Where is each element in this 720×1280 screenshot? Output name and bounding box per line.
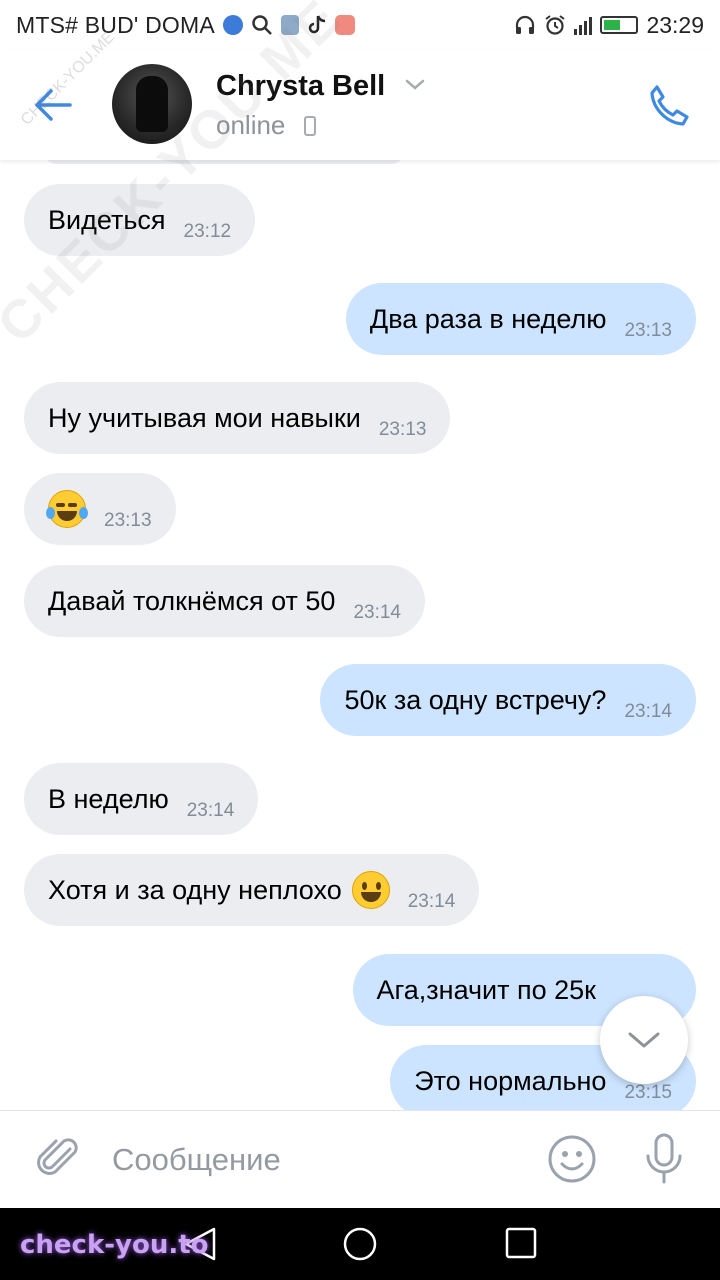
message-bubble-outgoing[interactable]: Два раза в неделю 23:13 <box>345 283 696 355</box>
contact-avatar[interactable] <box>112 64 192 144</box>
attach-button[interactable] <box>32 1133 84 1185</box>
nav-recent-apps-icon[interactable] <box>504 1226 538 1260</box>
message-input[interactable] <box>112 1137 512 1183</box>
watermark-bottom: check-you.to <box>20 1230 209 1260</box>
message-time: 23:13 <box>104 510 152 531</box>
message-bubble-incoming[interactable]: Давай толкнёмся от 50 23:14 <box>24 565 425 637</box>
message-time: 23:14 <box>353 602 401 623</box>
message-text: Два раза в неделю <box>369 303 607 334</box>
nav-home-icon[interactable] <box>342 1226 378 1262</box>
status-notification-icons <box>222 14 355 36</box>
headphones-icon <box>516 15 535 34</box>
previous-message-bubble <box>44 160 404 164</box>
voice-message-button[interactable] <box>636 1131 692 1187</box>
back-button[interactable] <box>28 80 78 130</box>
message-time: 23:12 <box>183 221 232 242</box>
status-system-icons: 23:29 <box>514 12 704 39</box>
message-text: Хотя и за одну неплохо <box>48 874 342 905</box>
message-time: 23:14 <box>186 800 235 821</box>
tiktok-icon <box>308 15 325 34</box>
message-bubble-outgoing[interactable]: 50к за одну встречу? 23:14 <box>320 664 696 736</box>
message-time: 23:13 <box>624 320 672 341</box>
chat-header: Chrysta Bell online <box>0 50 720 160</box>
smiley-emoji-icon <box>351 871 390 909</box>
clock: 23:29 <box>646 11 704 38</box>
call-button[interactable] <box>640 78 696 134</box>
message-time: 23:15 <box>624 1082 672 1103</box>
paperclip-icon <box>37 1138 78 1175</box>
message-composer <box>0 1110 720 1208</box>
message-bubble-incoming[interactable]: 23:13 <box>24 473 176 545</box>
status-bar: MTS# BUD' DOMA 23:29 <box>0 0 720 50</box>
emoji-button[interactable] <box>546 1133 598 1185</box>
phone-icon <box>650 85 689 126</box>
smile-icon <box>548 1135 596 1183</box>
message-text: Ага,значит по 25к <box>376 974 597 1005</box>
mobile-device-icon <box>304 116 316 136</box>
battery-icon <box>600 16 639 34</box>
message-text: Это нормально <box>414 1065 607 1096</box>
message-text: Ну учитывая мои навыки <box>48 402 361 433</box>
contact-name[interactable]: Chrysta Bell <box>216 70 385 103</box>
message-text: Давай толкнёмся от 50 <box>48 585 336 616</box>
message-list[interactable]: Видеться 23:12 Два раза в неделю 23:13 Н… <box>0 160 720 1110</box>
scroll-to-bottom-button[interactable] <box>600 996 688 1084</box>
message-text: В неделю <box>48 783 169 814</box>
chevron-down-icon[interactable] <box>404 78 426 92</box>
message-bubble-incoming[interactable]: В неделю 23:14 <box>24 763 259 835</box>
message-time: 23:14 <box>407 891 456 912</box>
message-time: 23:13 <box>378 419 427 440</box>
search-icon <box>252 15 272 35</box>
carrier-name: MTS# BUD' DOMA <box>16 11 215 38</box>
message-text: 50к за одну встречу? <box>344 684 607 715</box>
back-arrow-icon <box>35 89 72 121</box>
contact-status: online <box>216 110 286 140</box>
message-bubble-incoming[interactable]: Видеться 23:12 <box>24 184 256 256</box>
alarm-icon <box>545 15 566 35</box>
signal-strength-icon <box>574 15 593 35</box>
app-notification-icon <box>334 15 355 35</box>
shield-app-icon <box>280 15 299 35</box>
chevron-down-icon <box>628 1032 660 1048</box>
tears-of-joy-emoji-icon <box>46 490 88 528</box>
message-time: 23:14 <box>624 701 672 722</box>
message-text: Видеться <box>48 204 166 235</box>
message-bubble-incoming[interactable]: Ну учитывая мои навыки 23:13 <box>24 382 451 454</box>
microphone-icon <box>646 1133 682 1184</box>
message-bubble-incoming[interactable]: Хотя и за одну неплохо 23:14 <box>24 854 480 926</box>
app-badge-icon <box>222 15 243 35</box>
